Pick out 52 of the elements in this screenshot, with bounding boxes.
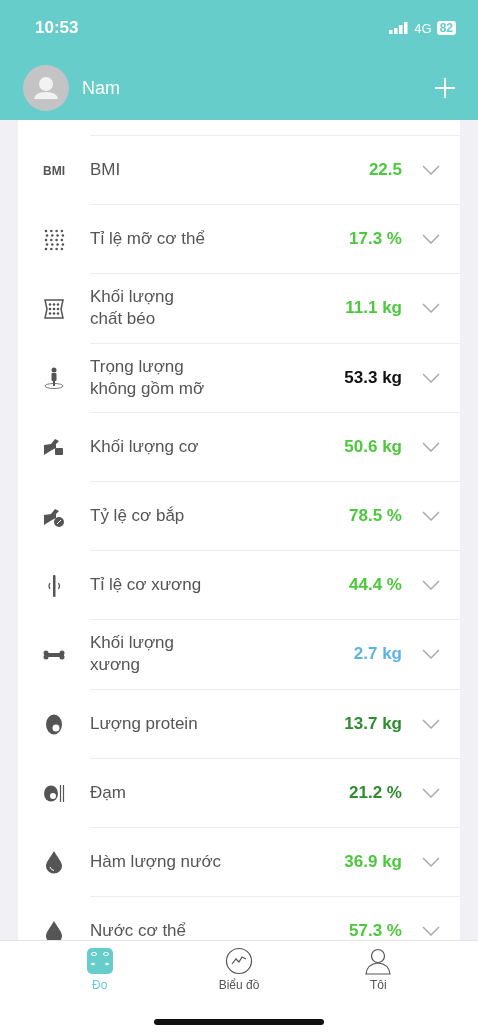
chevron-down-icon[interactable] xyxy=(422,511,440,522)
metric-value: 57.3 % xyxy=(349,921,402,940)
chevron-down-icon[interactable] xyxy=(422,926,440,937)
metric-label: Đạm xyxy=(90,781,127,804)
metric-label: Khối lượng chất béo xyxy=(90,286,175,331)
person-icon xyxy=(42,366,66,391)
chart-icon xyxy=(225,947,253,975)
scale-icon xyxy=(85,947,114,975)
metric-value: 44.4 % xyxy=(349,575,402,596)
metric-label: Tỷ lệ cơ bắp xyxy=(90,505,186,528)
chevron-down-icon[interactable] xyxy=(422,441,440,452)
metric-label: BMI xyxy=(90,159,122,182)
metric-label: Trọng lượng không gồm mỡ xyxy=(90,355,206,400)
metric-value: 13.7 kg xyxy=(344,713,402,734)
chevron-down-icon[interactable] xyxy=(422,234,440,245)
bmi-icon: BMI xyxy=(43,163,65,178)
metric-value: 17.3 % xyxy=(349,229,402,250)
metric-label: Khối lượng xương xyxy=(90,632,175,677)
metric-value: 21.2 % xyxy=(349,782,402,803)
metric-label: Hàm lượng nước xyxy=(90,850,223,873)
avatar-icon[interactable] xyxy=(23,65,69,111)
metric-value: 11.1 kg xyxy=(345,298,402,319)
dots-icon xyxy=(42,227,66,252)
user-name: Nam xyxy=(82,77,121,99)
status-time: 10:53 xyxy=(35,18,79,38)
fat-mass-icon xyxy=(42,296,66,321)
add-icon[interactable] xyxy=(434,77,456,99)
chevron-down-icon[interactable] xyxy=(422,303,440,314)
chevron-down-icon[interactable] xyxy=(422,372,440,383)
network-label: 4G xyxy=(414,20,432,36)
chevron-down-icon[interactable] xyxy=(422,649,440,660)
metric-label: Nước cơ thể xyxy=(90,920,188,940)
metric-value: 53.3 kg xyxy=(344,367,402,388)
metric-value: 22.5 xyxy=(368,160,402,181)
signal-icon xyxy=(389,22,410,34)
chevron-down-icon[interactable] xyxy=(422,718,440,729)
chevron-down-icon[interactable] xyxy=(422,787,440,798)
metric-label: Tỉ lệ cơ xương xyxy=(90,574,203,597)
chevron-down-icon[interactable] xyxy=(422,856,440,867)
chevron-down-icon[interactable] xyxy=(422,580,440,591)
metric-label: Lượng protein xyxy=(90,712,199,735)
metric-value: 36.9 kg xyxy=(344,851,402,872)
battery-indicator: 82 xyxy=(436,21,456,35)
metric-label: Tỉ lệ mỡ cơ thể xyxy=(90,228,206,251)
metric-value: 78.5 % xyxy=(349,506,402,527)
chevron-down-icon[interactable] xyxy=(422,165,440,176)
nav-tab[interactable]: Tôi xyxy=(338,947,419,992)
metric-value: 2.7 kg xyxy=(353,644,402,665)
metric-label: Khối lượng cơ xyxy=(90,435,200,458)
metric-value: 50.6 kg xyxy=(344,436,402,457)
nav-tab[interactable]: Biểu đồ xyxy=(199,947,279,992)
user-icon xyxy=(364,947,393,975)
